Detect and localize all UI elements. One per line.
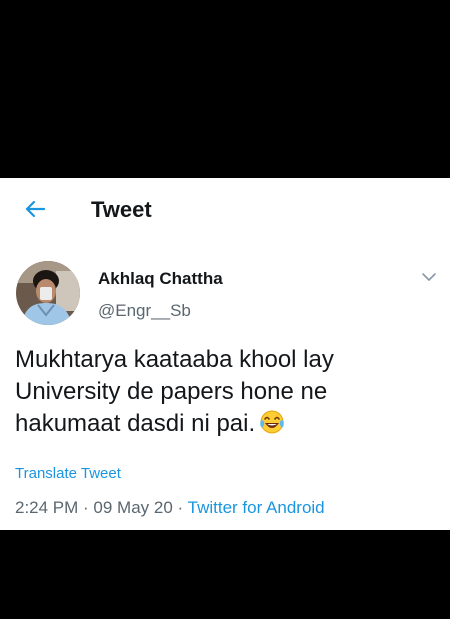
translate-tweet-link[interactable]: Translate Tweet — [15, 465, 121, 482]
tweet-text-line: hakumaat dasdi ni pai. — [15, 408, 435, 440]
tweet-text-line: Mukhtarya kaataaba khool lay — [15, 346, 334, 373]
tweet-text-line: University de papers hone ne — [15, 378, 328, 405]
top-bar: Tweet — [0, 178, 450, 240]
separator-dot: · — [172, 498, 188, 517]
author-name[interactable]: Akhlaq Chattha — [98, 269, 223, 289]
tweet-card: Tweet Akhlaq Chattha @Engr__Sb Mukhtarya… — [0, 178, 450, 530]
avatar[interactable] — [16, 261, 80, 325]
tweet-date: 09 May 20 — [93, 498, 173, 517]
avatar-photo — [16, 261, 80, 325]
tweet-text-line-content: hakumaat dasdi ni pai. — [15, 410, 256, 437]
laughing-tears-emoji-icon — [260, 410, 284, 434]
tweet-text: Mukhtarya kaataaba khool lay University … — [15, 344, 435, 440]
author-handle[interactable]: @Engr__Sb — [98, 301, 191, 321]
tweet-metadata: 2:24 PM · 09 May 20 · Twitter for Androi… — [15, 498, 325, 518]
chevron-down-icon[interactable] — [421, 271, 437, 283]
tweet-time: 2:24 PM — [15, 498, 79, 517]
back-arrow-icon[interactable] — [24, 198, 46, 220]
separator-dot: · — [78, 498, 94, 517]
page-title: Tweet — [91, 197, 152, 222]
tweet-source-link[interactable]: Twitter for Android — [188, 498, 325, 517]
